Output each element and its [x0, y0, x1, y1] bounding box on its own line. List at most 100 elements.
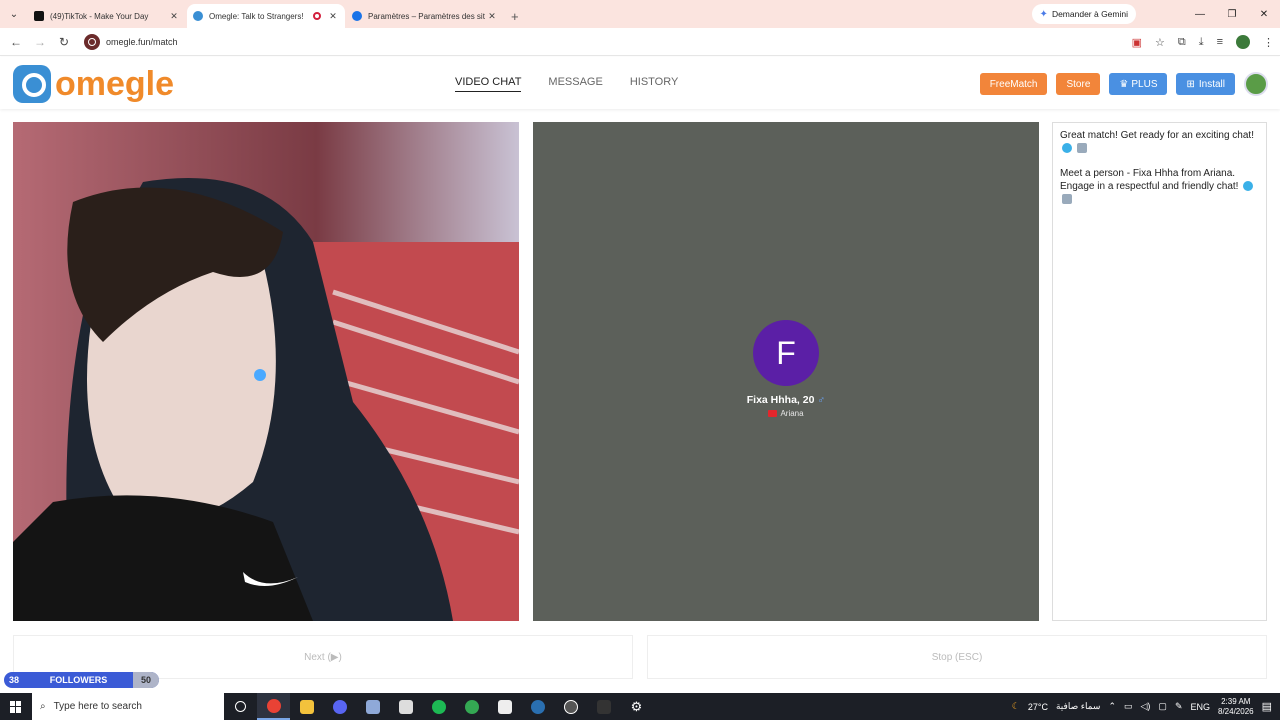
- restore-icon[interactable]: ❐: [1216, 0, 1248, 28]
- close-window-icon[interactable]: ✕: [1248, 0, 1280, 28]
- nav-video-chat[interactable]: VIDEO CHAT: [455, 76, 522, 92]
- extensions-icon[interactable]: ⧉: [1178, 36, 1186, 49]
- close-icon[interactable]: ✕: [327, 11, 339, 22]
- header-actions: FreeMatch Store ♛ PLUS ⊞ Install: [979, 72, 1268, 96]
- followers-label: FOLLOWERS: [49, 675, 108, 685]
- obs-icon[interactable]: [554, 693, 587, 720]
- url-bar[interactable]: omegle.fun/match: [84, 30, 1124, 53]
- tab-settings[interactable]: Paramètres – Paramètres des sit ✕: [346, 4, 504, 28]
- pen-icon[interactable]: ✎: [1175, 701, 1183, 712]
- weather-temp[interactable]: 27°C: [1028, 702, 1048, 712]
- reload-icon[interactable]: ↻: [52, 35, 76, 49]
- windows-taskbar: ⌕ Type here to search ⚙ ☾ 27°C سماء صافي…: [0, 693, 1280, 720]
- chat-message-text: Meet a person - Fixa Hhha from Ariana. E…: [1060, 168, 1239, 192]
- logo-text: omegle: [55, 65, 175, 103]
- store-label: Store: [1066, 78, 1091, 90]
- speech-bubble-emoji-icon: [1076, 143, 1087, 154]
- main-nav: VIDEO CHAT MESSAGE HISTORY: [455, 76, 678, 92]
- handshake-emoji-icon: [1062, 194, 1072, 205]
- capcut-icon[interactable]: [389, 693, 422, 720]
- remote-profile: F Fixa Hhha, 20 ♂ Ariana: [533, 320, 1039, 418]
- minimize-icon[interactable]: —: [1184, 0, 1216, 28]
- weather-icon[interactable]: ☾: [1012, 701, 1020, 712]
- tiktok-icon: [34, 11, 44, 21]
- tray-overflow-icon[interactable]: ⌃: [1108, 701, 1116, 712]
- clock-date: 8/24/2026: [1218, 706, 1254, 716]
- remote-avatar: F: [753, 320, 819, 386]
- epic-games-icon[interactable]: [587, 693, 620, 720]
- gemini-button[interactable]: ✦ Demander à Gemini: [1031, 4, 1136, 24]
- webcam-feed-image: [13, 122, 519, 621]
- omegle-logo[interactable]: omegle: [13, 65, 174, 103]
- cortana-icon[interactable]: [224, 693, 257, 720]
- media-controls-icon[interactable]: ≡: [1217, 36, 1223, 48]
- next-label: Next (▶): [304, 651, 342, 663]
- clock-time: 2:39 AM: [1221, 696, 1251, 706]
- settings-gear-icon[interactable]: ⚙: [620, 693, 653, 720]
- download-icon[interactable]: ⤓: [1199, 36, 1204, 49]
- volume-icon[interactable]: ◁): [1141, 701, 1151, 712]
- file-explorer-icon[interactable]: [290, 693, 323, 720]
- nav-history[interactable]: HISTORY: [630, 76, 679, 92]
- store-icon[interactable]: [488, 693, 521, 720]
- search-placeholder: Type here to search: [53, 701, 142, 712]
- spotify-icon[interactable]: [422, 693, 455, 720]
- install-icon: ⊞: [1186, 78, 1195, 90]
- clock[interactable]: 2:39 AM 8/24/2026: [1218, 697, 1254, 717]
- weather-text[interactable]: سماء صافية: [1056, 701, 1100, 712]
- chat-panel: Great match! Get ready for an exciting c…: [1052, 122, 1267, 621]
- windows-icon: [10, 700, 22, 713]
- notifications-icon[interactable]: ▤: [1262, 700, 1272, 713]
- language-indicator[interactable]: ENG: [1190, 702, 1210, 712]
- back-icon[interactable]: ←: [4, 35, 28, 49]
- tab-omegle[interactable]: Omegle: Talk to Strangers! ✕: [187, 4, 345, 28]
- start-button[interactable]: [0, 693, 32, 720]
- taskbar-search[interactable]: ⌕ Type here to search: [32, 693, 224, 720]
- freematch-button[interactable]: FreeMatch: [979, 73, 1048, 95]
- local-video: [13, 122, 519, 621]
- steam-icon[interactable]: [521, 693, 554, 720]
- tray-app-icon[interactable]: ▢: [1158, 701, 1167, 712]
- gemini-icon: ✦: [1039, 8, 1048, 20]
- keyboard-app-icon[interactable]: [356, 693, 389, 720]
- system-tray: ☾ 27°C سماء صافية ⌃ ▭ ◁) ▢ ✎ ENG 2:39 AM…: [1012, 693, 1280, 720]
- profile-avatar[interactable]: [1236, 35, 1250, 49]
- omegle-icon: [193, 11, 203, 21]
- tab-title: Omegle: Talk to Strangers!: [209, 11, 304, 21]
- new-tab-button[interactable]: +: [511, 4, 519, 28]
- logo-icon: [13, 65, 51, 103]
- tab-tiktok[interactable]: (49)TikTok - Make Your Day ✕: [28, 4, 186, 28]
- search-icon: ⌕: [40, 701, 46, 712]
- plus-label: PLUS: [1131, 78, 1158, 90]
- site-info-icon[interactable]: [84, 33, 100, 50]
- stop-button[interactable]: Stop (ESC): [647, 635, 1267, 679]
- tab-title: (49)TikTok - Make Your Day: [50, 11, 149, 21]
- chrome-icon[interactable]: [257, 693, 290, 720]
- menu-kebab-icon[interactable]: ⋮: [1263, 36, 1274, 49]
- flag-icon: [768, 410, 778, 417]
- toolbar-icons: ▣ ☆ ⧉ ⤓ ≡ ⋮: [1132, 28, 1274, 56]
- globe-emoji-icon: [1243, 181, 1254, 192]
- user-avatar[interactable]: [1244, 72, 1268, 96]
- tab-title: Paramètres – Paramètres des sit: [368, 11, 485, 21]
- forward-icon[interactable]: →: [28, 35, 52, 49]
- followers-count: 38: [8, 675, 19, 685]
- browser-tab-bar: ⌄ (49)TikTok - Make Your Day ✕ Omegle: T…: [0, 0, 1280, 28]
- plus-button[interactable]: ♛ PLUS: [1109, 73, 1168, 95]
- discord-icon[interactable]: [323, 693, 356, 720]
- store-button[interactable]: Store: [1056, 73, 1101, 95]
- install-label: Install: [1198, 78, 1225, 90]
- bookmark-star-icon[interactable]: ☆: [1155, 36, 1165, 49]
- chat-message-text: Great match! Get ready for an exciting c…: [1060, 130, 1254, 141]
- remote-name-row: Fixa Hhha, 20 ♂: [533, 394, 1039, 406]
- network-icon[interactable]: ▭: [1124, 701, 1133, 712]
- tab-search-chevron-icon[interactable]: ⌄: [0, 0, 28, 28]
- close-icon[interactable]: ✕: [168, 11, 180, 22]
- close-icon[interactable]: ✕: [486, 11, 498, 22]
- nav-message[interactable]: MESSAGE: [548, 76, 602, 92]
- remote-name: Fixa Hhha, 20: [746, 394, 815, 406]
- install-button[interactable]: ⊞ Install: [1176, 73, 1235, 95]
- chrome-alt-icon[interactable]: [455, 693, 488, 720]
- gender-male-icon: ♂: [817, 394, 826, 406]
- camera-blocked-icon[interactable]: ▣: [1132, 36, 1142, 49]
